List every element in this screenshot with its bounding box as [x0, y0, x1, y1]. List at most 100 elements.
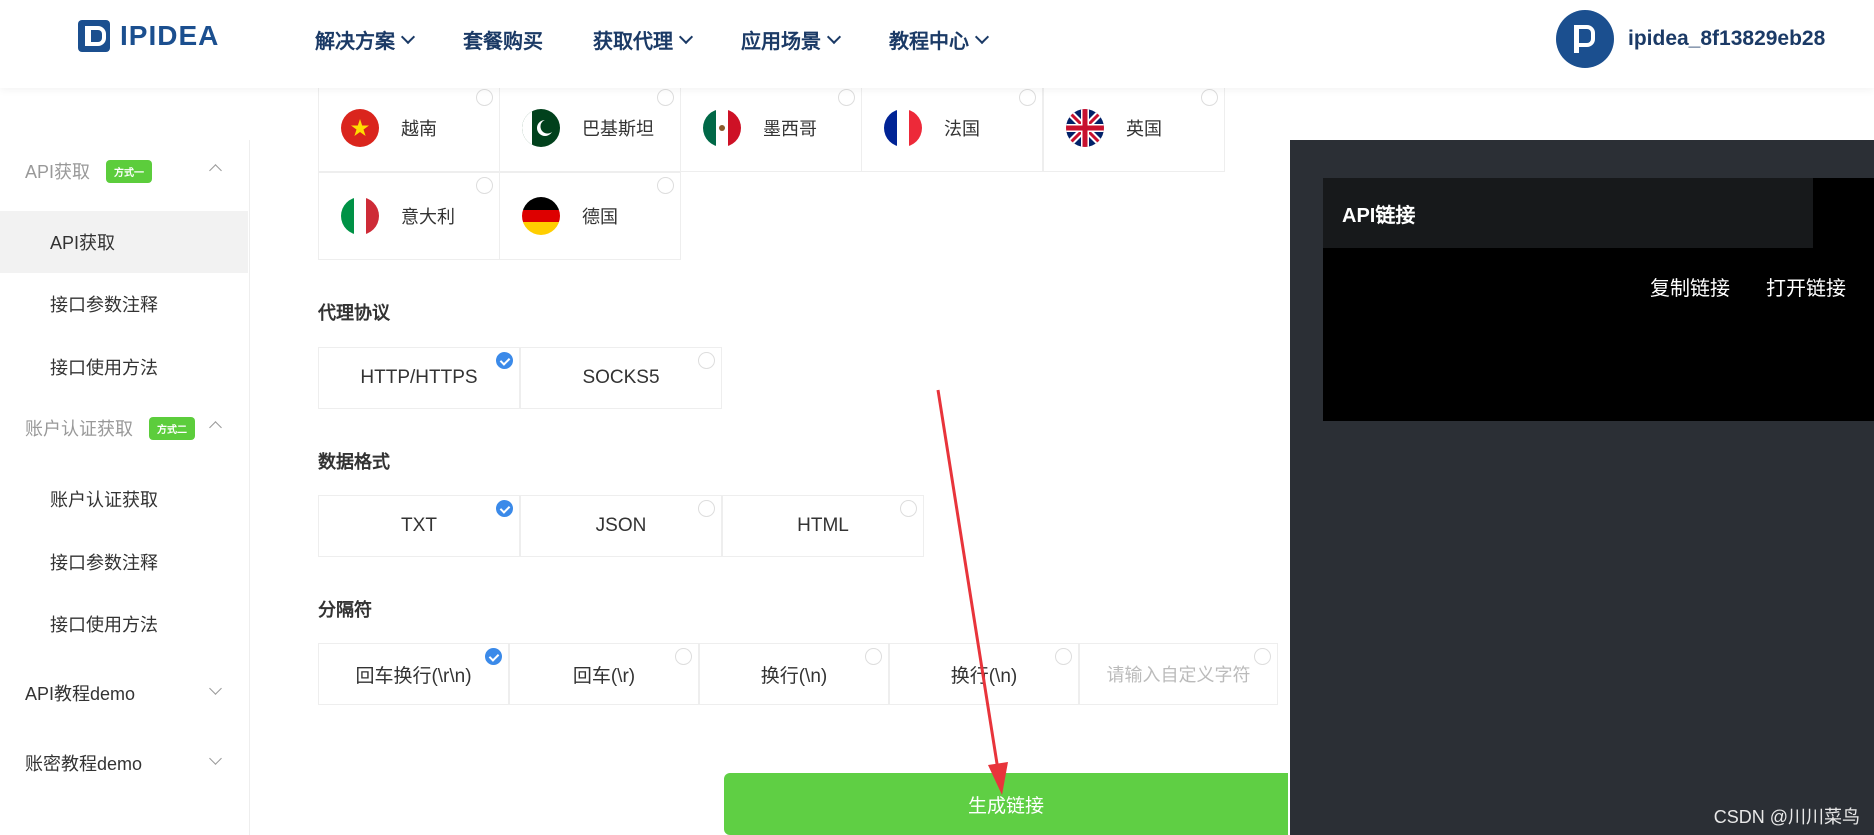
panel-title: API链接	[1323, 178, 1813, 248]
format-option-json[interactable]: JSON	[520, 495, 722, 557]
nav-packages[interactable]: 套餐购买	[463, 24, 543, 54]
copy-link-button[interactable]: 复制链接	[1650, 272, 1730, 301]
country-label: 法国	[944, 119, 980, 139]
option-label: 回车换行(\r\n)	[355, 665, 472, 687]
country-option-pakistan[interactable]: 巴基斯坦	[499, 84, 681, 172]
csdn-watermark: CSDN @川川菜鸟	[1713, 807, 1860, 827]
main-nav: 解决方案 套餐购买 获取代理 应用场景 教程中心	[315, 24, 1037, 54]
radio-circle[interactable]	[1201, 89, 1218, 106]
country-option-france[interactable]: 法国	[861, 84, 1043, 172]
check-icon	[496, 352, 513, 369]
country-label: 巴基斯坦	[582, 119, 654, 139]
sidebar-item-api-get[interactable]: API获取	[0, 211, 248, 273]
chevron-down-icon	[209, 752, 222, 765]
option-label: 换行(\n)	[760, 665, 828, 687]
generate-link-button[interactable]: 生成链接	[724, 773, 1288, 835]
nav-scenarios[interactable]: 应用场景	[741, 24, 842, 54]
chevron-down-icon	[209, 682, 222, 695]
nav-label: 解决方案	[315, 30, 395, 53]
format-option-html[interactable]: HTML	[722, 495, 924, 557]
radio-circle[interactable]	[476, 89, 493, 106]
country-option-uk[interactable]: 英国	[1043, 84, 1225, 172]
radio-circle[interactable]	[865, 648, 882, 665]
option-label: HTML	[797, 515, 849, 536]
sidebar-item-api-params[interactable]: 接口参数注释	[0, 273, 248, 335]
country-option-germany[interactable]: 德国	[499, 172, 681, 260]
germany-flag-icon	[522, 197, 560, 235]
vietnam-flag-icon	[341, 109, 379, 147]
radio-circle[interactable]	[476, 177, 493, 194]
sidebar-item-label: 账户认证获取	[50, 490, 158, 510]
sidebar-item-auth-usage[interactable]: 接口使用方法	[0, 593, 248, 655]
ipidea-logo[interactable]: IPIDEA	[78, 20, 219, 52]
separator-option-cr[interactable]: 回车(\r)	[509, 643, 699, 705]
sidebar-item-auth-params[interactable]: 接口参数注释	[0, 531, 248, 593]
radio-circle[interactable]	[698, 500, 715, 517]
avatar-logo-icon	[1574, 25, 1596, 53]
method-badge: 方式一	[106, 155, 159, 183]
sidebar-group-label: API教程demo	[25, 684, 136, 704]
custom-placeholder: 请输入自定义字符	[1106, 665, 1251, 685]
italy-flag-icon	[341, 197, 379, 235]
sidebar-group-account-demo[interactable]: 账密教程demo	[0, 732, 248, 794]
sidebar-group-account-auth[interactable]: 账户认证获取 方式二	[0, 397, 248, 459]
pakistan-flag-icon	[522, 109, 560, 147]
sidebar-group-label: 账户认证获取	[25, 419, 133, 439]
avatar[interactable]	[1556, 10, 1614, 68]
chevron-down-icon	[678, 29, 694, 44]
uk-flag-icon	[1066, 109, 1104, 147]
country-option-mexico[interactable]: 墨西哥	[680, 84, 862, 172]
radio-circle[interactable]	[838, 89, 855, 106]
sidebar-item-label: 接口参数注释	[50, 553, 158, 573]
sidebar-group-api-demo[interactable]: API教程demo	[0, 662, 248, 724]
radio-circle[interactable]	[698, 352, 715, 369]
country-label: 德国	[582, 207, 618, 227]
sidebar-item-account-auth[interactable]: 账户认证获取	[0, 468, 248, 530]
country-label: 墨西哥	[763, 119, 817, 139]
nav-get-proxy[interactable]: 获取代理	[593, 24, 694, 54]
check-icon	[496, 500, 513, 517]
logo-mark-icon	[78, 20, 110, 52]
sidebar-item-label: 接口使用方法	[50, 358, 158, 378]
nav-label: 应用场景	[741, 30, 821, 53]
radio-circle[interactable]	[1055, 648, 1072, 665]
nav-label: 套餐购买	[463, 30, 543, 53]
format-option-txt[interactable]: TXT	[318, 495, 520, 557]
nav-solutions[interactable]: 解决方案	[315, 24, 416, 54]
separator-option-lf-2[interactable]: 换行(\n)	[889, 643, 1079, 705]
option-label: JSON	[595, 515, 647, 536]
open-link-button[interactable]: 打开链接	[1766, 272, 1846, 301]
separator-option-crlf[interactable]: 回车换行(\r\n)	[318, 643, 509, 705]
nav-tutorials[interactable]: 教程中心	[889, 24, 990, 54]
sidebar-item-label: API获取	[50, 233, 116, 253]
option-label: HTTP/HTTPS	[360, 367, 478, 388]
chevron-up-icon	[209, 421, 222, 434]
radio-circle[interactable]	[657, 177, 674, 194]
user-menu[interactable]: ipidea_8f13829eb28	[1556, 10, 1825, 68]
separator-option-lf[interactable]: 换行(\n)	[699, 643, 889, 705]
protocol-section-title: 代理协议	[318, 303, 390, 323]
username[interactable]: ipidea_8f13829eb28	[1628, 27, 1825, 51]
mexico-flag-icon	[703, 109, 741, 147]
country-option-vietnam[interactable]: 越南	[318, 84, 500, 172]
option-label: SOCKS5	[582, 367, 660, 388]
nav-label: 教程中心	[889, 30, 969, 53]
country-label: 意大利	[401, 207, 455, 227]
sidebar-group-label: 账密教程demo	[25, 754, 143, 774]
protocol-option-http[interactable]: HTTP/HTTPS	[318, 347, 520, 409]
separator-custom-input[interactable]: 请输入自定义字符	[1079, 643, 1278, 705]
country-option-italy[interactable]: 意大利	[318, 172, 500, 260]
option-label: 回车(\r)	[572, 665, 636, 687]
radio-circle[interactable]	[675, 648, 692, 665]
sidebar-group-api[interactable]: API获取 方式一	[0, 140, 248, 202]
radio-circle[interactable]	[900, 500, 917, 517]
protocol-option-socks5[interactable]: SOCKS5	[520, 347, 722, 409]
radio-circle[interactable]	[1254, 648, 1271, 665]
radio-circle[interactable]	[657, 89, 674, 106]
sidebar-item-api-usage[interactable]: 接口使用方法	[0, 336, 248, 398]
radio-circle[interactable]	[1019, 89, 1036, 106]
format-section-title: 数据格式	[318, 452, 390, 472]
chevron-down-icon	[826, 29, 842, 44]
country-label: 英国	[1126, 119, 1162, 139]
top-header: IPIDEA 解决方案 套餐购买 获取代理 应用场景 教程中心 ipidea_8…	[0, 0, 1874, 88]
